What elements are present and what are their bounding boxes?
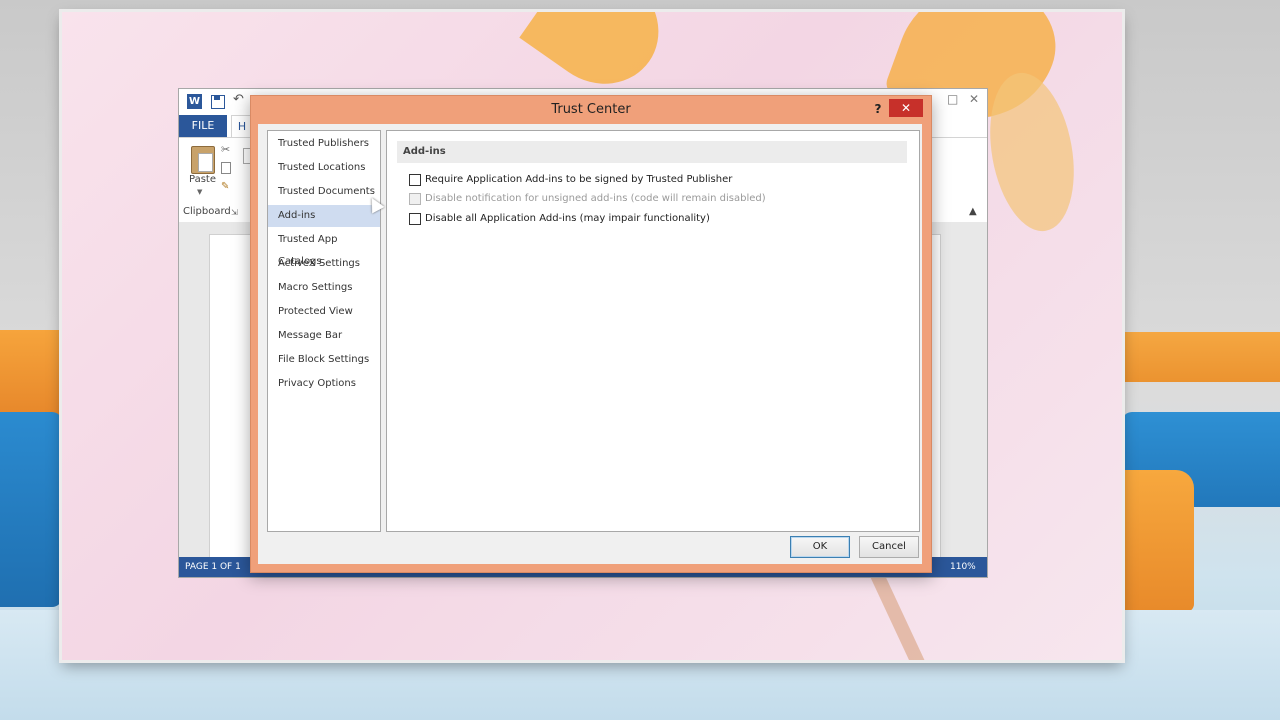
maximize-icon[interactable]: □ (947, 92, 958, 106)
settings-pane: Add-ins Require Application Add-ins to b… (386, 130, 920, 532)
background-shape (0, 330, 70, 420)
save-icon[interactable] (211, 95, 225, 109)
option-label: Disable notification for unsigned add-in… (425, 193, 766, 204)
option-label[interactable]: Require Application Add-ins to be signed… (425, 172, 732, 188)
paste-icon[interactable] (191, 146, 215, 174)
trust-center-dialog: Trust Center ? ✕ Trusted Publishers Trus… (250, 95, 932, 573)
chevron-down-icon[interactable]: ▼ (197, 188, 202, 196)
background-shape (1122, 470, 1194, 612)
ok-button[interactable]: OK (790, 536, 850, 558)
status-page-count[interactable]: PAGE 1 OF 1 (185, 557, 241, 577)
paste-button[interactable]: Paste (189, 174, 216, 185)
nav-item-trusted-app-catalogs[interactable]: Trusted App Catalogs (268, 229, 380, 267)
checkbox[interactable] (409, 174, 421, 186)
nav-item-trusted-publishers[interactable]: Trusted Publishers (268, 133, 380, 155)
nav-item-macro-settings[interactable]: Macro Settings (268, 277, 380, 299)
close-button[interactable]: ✕ (889, 99, 923, 117)
nav-item-trusted-documents[interactable]: Trusted Documents (268, 181, 380, 203)
close-icon[interactable]: ✕ (969, 92, 979, 106)
tab-file[interactable]: FILE (179, 115, 227, 137)
copy-icon[interactable] (221, 162, 231, 174)
option-label[interactable]: Disable all Application Add-ins (may imp… (425, 211, 710, 227)
nav-item-trusted-locations[interactable]: Trusted Locations (268, 157, 380, 179)
nav-item-protected-view[interactable]: Protected View (268, 301, 380, 323)
collapse-ribbon-icon[interactable]: ▲ (969, 206, 977, 217)
nav-item-file-block-settings[interactable]: File Block Settings (268, 349, 380, 371)
background-shape (1122, 332, 1280, 382)
undo-icon[interactable]: ↶ (233, 92, 244, 107)
help-button[interactable]: ? (869, 100, 887, 118)
trust-center-nav: Trusted Publishers Trusted Locations Tru… (267, 130, 381, 532)
section-header: Add-ins (397, 141, 907, 163)
status-zoom[interactable]: 110% (950, 557, 976, 577)
group-label-clipboard: Clipboard (183, 206, 231, 217)
nav-item-activex-settings[interactable]: ActiveX Settings (268, 253, 380, 275)
checkbox (409, 193, 421, 205)
dialog-title: Trust Center (551, 102, 631, 117)
nav-item-add-ins[interactable]: Add-ins (268, 205, 380, 227)
nav-item-message-bar[interactable]: Message Bar (268, 325, 380, 347)
background-shape (0, 412, 62, 607)
format-painter-icon[interactable]: ✎ (221, 181, 229, 192)
checkbox[interactable] (409, 213, 421, 225)
dialog-launcher-icon[interactable]: ⇲ (231, 208, 238, 217)
cut-icon[interactable]: ✂ (221, 143, 230, 156)
nav-item-privacy-options[interactable]: Privacy Options (268, 373, 380, 395)
cancel-button[interactable]: Cancel (859, 536, 919, 558)
word-app-icon[interactable]: W (187, 94, 202, 109)
dialog-body: Trusted Publishers Trusted Locations Tru… (258, 124, 922, 564)
